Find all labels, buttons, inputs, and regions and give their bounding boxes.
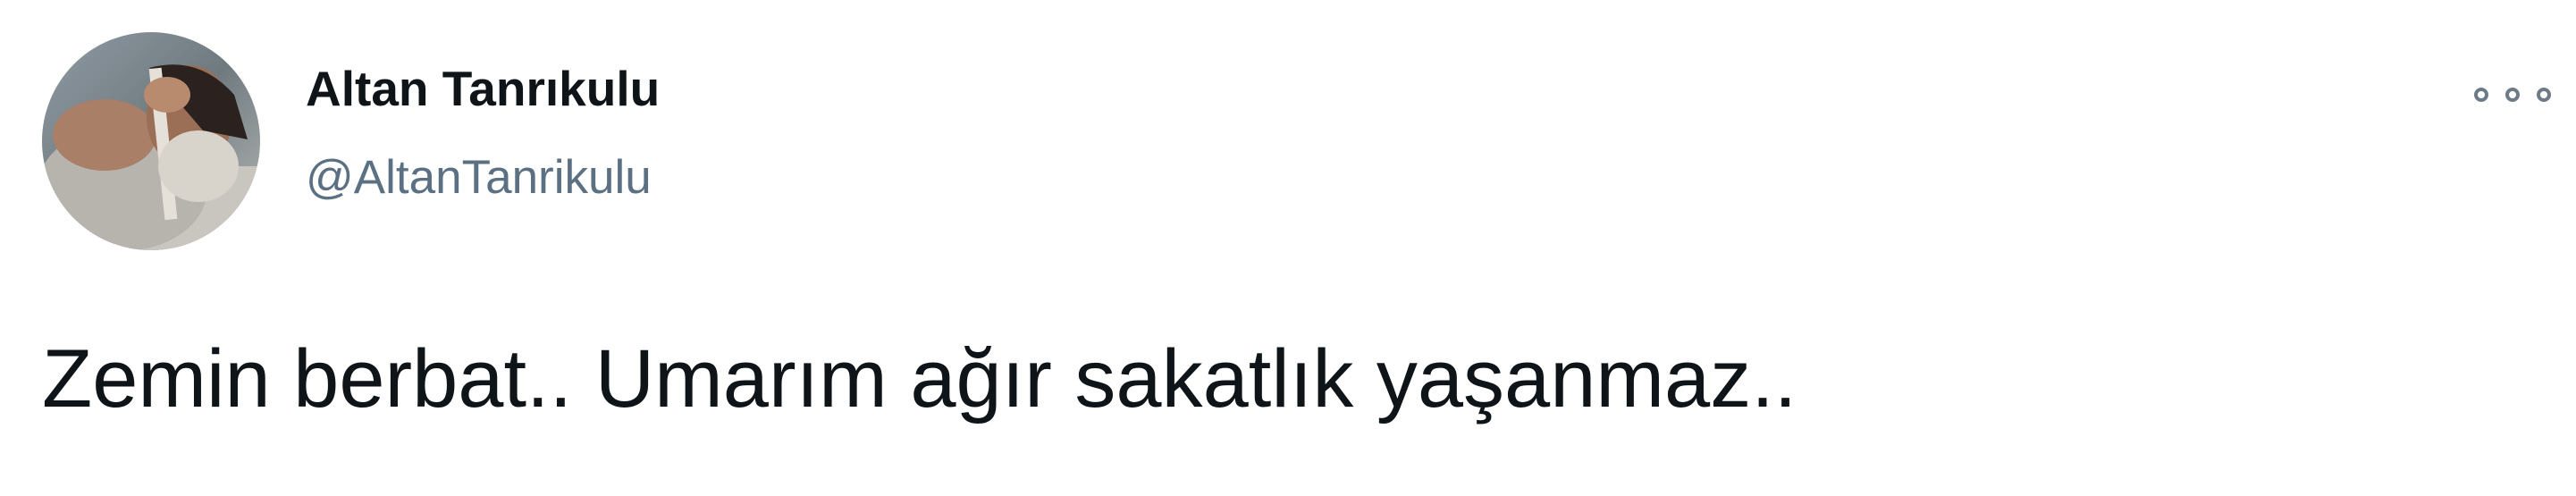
avatar[interactable] — [42, 32, 260, 250]
more-dot-icon — [2505, 88, 2520, 102]
more-options-button[interactable] — [2474, 77, 2551, 113]
tweet-text: Zemin berbat.. Umarım ağır sakatlık yaşa… — [42, 333, 1797, 425]
author-handle[interactable]: @AltanTanrikulu — [306, 154, 652, 201]
author-display-name[interactable]: Altan Tanrıkulu — [306, 64, 660, 113]
more-dot-icon — [2474, 88, 2488, 102]
profile-photo-icon — [42, 32, 260, 250]
tweet-card: Altan Tanrıkulu @AltanTanrikulu Zemin be… — [0, 0, 2576, 496]
more-dot-icon — [2537, 88, 2551, 102]
